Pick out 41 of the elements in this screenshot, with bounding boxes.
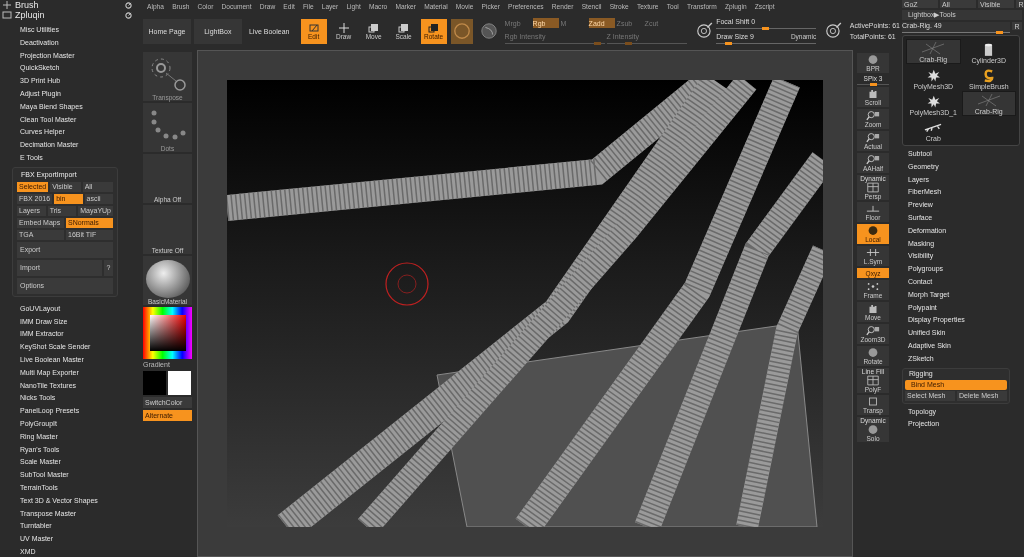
color-picker[interactable] [143,307,192,359]
move-icon [367,22,380,33]
material-sphere-icon [145,260,190,298]
crosshair-icon [337,22,350,33]
floor-icon [866,203,880,214]
grid-icon [866,182,880,193]
mesh-viewport-drawing[interactable] [227,80,823,527]
star-icon [925,95,942,109]
pin-icon[interactable] [125,1,132,9]
magnifier-icon [866,110,880,121]
brush-cursor-icon [385,262,429,306]
crab-icon [924,121,943,135]
slider-thumb[interactable] [725,42,733,45]
axes-icon [866,247,880,258]
slider-thumb[interactable] [762,27,770,30]
slider-thumb[interactable] [593,42,601,45]
slider-thumb[interactable] [625,42,632,45]
pencil-frame-icon [307,22,320,33]
slider-thumb[interactable] [996,31,1004,34]
dots-icon [866,281,880,292]
grid-icon [866,375,880,386]
material-button[interactable] [450,18,473,44]
brush-d-icon[interactable] [825,22,843,40]
mesh-sketch-icon [921,42,946,56]
square-icon [866,396,880,407]
magnifier-icon [866,154,880,165]
star-icon [925,69,942,83]
cylinder-icon [984,43,994,57]
s-curve-icon [983,69,995,83]
palette-title[interactable]: Zpluqin [15,10,122,20]
magnifier-icon [866,132,880,143]
slider-thumb[interactable] [869,83,877,86]
color-swatch[interactable] [168,371,191,395]
pin-icon[interactable] [125,11,132,19]
rotate-icon [427,22,440,33]
palette-title[interactable]: Brush [15,0,122,10]
color-swatch[interactable] [143,371,166,395]
mesh-sketch-icon [976,94,1001,108]
brush-s-icon[interactable] [695,22,714,40]
magnifier-icon [866,325,880,336]
scale-icon [397,22,410,33]
